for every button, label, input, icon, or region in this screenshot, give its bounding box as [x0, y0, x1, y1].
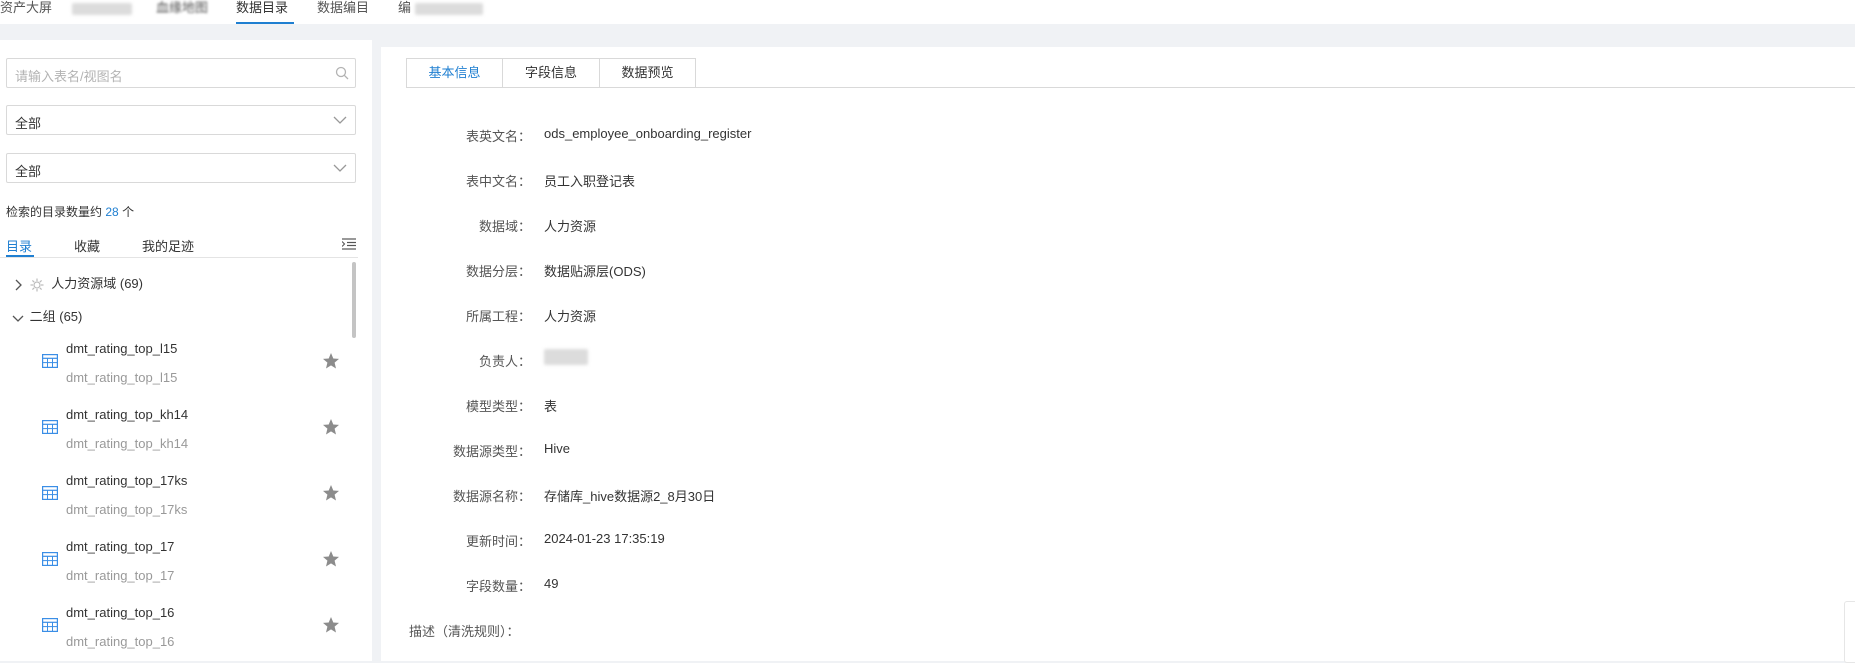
search-placeholder: 请输入表名/视图名: [15, 69, 123, 84]
tab-my-footprint[interactable]: 我的足迹: [142, 236, 194, 255]
field-value-owner: [544, 348, 588, 365]
field-label-domain: 数据域：: [478, 219, 531, 234]
nav-item-redacted[interactable]: [72, 0, 132, 24]
field-value-source-type: Hive: [544, 441, 571, 456]
domain-gear-icon: [30, 278, 44, 292]
tab-favorites[interactable]: 收藏: [74, 236, 100, 255]
field-label-source-type: 数据源类型：: [452, 444, 531, 459]
star-icon[interactable]: [322, 352, 340, 370]
row-title[interactable]: dmt_rating_top_l15: [66, 341, 177, 356]
field-value-updated-at: 2024-01-23 17:35:19: [544, 531, 665, 546]
field-label-updated-at: 更新时间：: [465, 534, 531, 549]
field-value-layer: 数据贴源层(ODS): [544, 264, 646, 279]
nav-item-data-cataloging[interactable]: 数据编目: [317, 0, 369, 24]
row-title[interactable]: dmt_rating_top_17: [66, 539, 174, 554]
tree-node-label: 二组 (65): [29, 309, 83, 324]
field-label-cn-name: 表中文名：: [465, 174, 531, 189]
tab-divider: [406, 87, 1855, 88]
field-label-en-name: 表英文名：: [465, 129, 531, 144]
redacted-text: [414, 2, 483, 15]
nav-item-asset-screen[interactable]: 资产大屏: [0, 0, 52, 24]
field-value-source-name: 存储库_hive数据源2_8月30日: [544, 489, 716, 504]
sidebar-scrollbar[interactable]: [352, 262, 356, 338]
field-value-field-count: 49: [544, 576, 559, 591]
tree-node-group-two[interactable]: 二组 (65): [12, 306, 82, 325]
search-input[interactable]: 请输入表名/视图名: [6, 58, 356, 88]
field-label-project: 所属工程：: [465, 309, 531, 324]
field-label-owner: 负责人：: [478, 354, 531, 369]
table-icon: [42, 354, 58, 368]
tab-active-indicator: [6, 255, 34, 257]
sidebar-tabs: 目录 收藏 我的足迹: [0, 232, 358, 258]
catalog-sidebar: 请输入表名/视图名 全部 全部 检索的目录数量约 28 个 目录 收藏 我的足迹: [0, 40, 372, 661]
star-icon[interactable]: [322, 550, 340, 568]
nav-item-data-catalog[interactable]: 数据目录: [236, 0, 288, 24]
field-label-field-count: 字段数量：: [465, 579, 531, 594]
field-value-project: 人力资源: [544, 309, 597, 324]
row-subtitle: dmt_rating_top_17ks: [66, 502, 188, 517]
row-subtitle: dmt_rating_top_l15: [66, 370, 178, 385]
field-label-model-type: 模型类型：: [465, 399, 531, 414]
nav-spacer: [0, 24, 1855, 40]
top-nav: 资产大屏 血缘地图 数据目录 数据编目 编: [0, 0, 1855, 24]
tree-node-hr-domain[interactable]: 人力资源域 (69): [12, 273, 143, 292]
nav-item-edit[interactable]: 编: [398, 0, 483, 24]
row-title[interactable]: dmt_rating_top_16: [66, 605, 174, 620]
tab-catalog[interactable]: 目录: [6, 236, 32, 255]
result-count-number: 28: [105, 205, 119, 219]
search-icon[interactable]: [335, 66, 349, 80]
chevron-down-icon: [333, 164, 347, 172]
field-label-layer: 数据分层：: [465, 264, 531, 279]
tab-data-preview[interactable]: 数据预览: [599, 58, 696, 88]
table-icon: [42, 486, 58, 500]
star-icon[interactable]: [322, 418, 340, 436]
table-icon: [42, 552, 58, 566]
tab-basic-info[interactable]: 基本信息: [406, 58, 503, 88]
star-icon[interactable]: [322, 616, 340, 634]
tab-field-info[interactable]: 字段信息: [502, 58, 600, 88]
select-value: 全部: [15, 116, 42, 131]
detail-panel: 基本信息 字段信息 数据预览 表英文名： ods_employee_onboar…: [381, 47, 1855, 663]
field-label-source-name: 数据源名称：: [452, 489, 531, 504]
outline-toggle-icon[interactable]: [342, 238, 356, 250]
layer-filter-select[interactable]: 全部: [6, 153, 356, 183]
table-icon: [42, 618, 58, 632]
row-subtitle: dmt_rating_top_kh14: [66, 436, 189, 451]
chevron-down-icon[interactable]: [12, 312, 24, 324]
row-subtitle: dmt_rating_top_16: [66, 634, 175, 649]
select-value: 全部: [15, 164, 42, 179]
field-value-en-name: ods_employee_onboarding_register: [544, 126, 752, 141]
chevron-down-icon: [333, 116, 347, 124]
nav-item-lineage-map[interactable]: 血缘地图: [156, 0, 208, 24]
field-value-model-type: 表: [544, 399, 558, 414]
chevron-right-icon[interactable]: [12, 279, 24, 291]
redacted-text: [72, 2, 132, 15]
table-icon: [42, 420, 58, 434]
side-drawer-handle[interactable]: [1844, 601, 1855, 663]
row-title[interactable]: dmt_rating_top_kh14: [66, 407, 188, 422]
tree-node-label: 人力资源域 (69): [51, 276, 143, 291]
redacted-owner: [544, 348, 588, 365]
row-title[interactable]: dmt_rating_top_17ks: [66, 473, 187, 488]
row-subtitle: dmt_rating_top_17: [66, 568, 175, 583]
domain-filter-select[interactable]: 全部: [6, 105, 356, 135]
field-label-description: 描述（清洗规则）：: [409, 624, 520, 639]
star-icon[interactable]: [322, 484, 340, 502]
result-count: 检索的目录数量约 28 个: [6, 205, 135, 219]
field-value-domain: 人力资源: [544, 219, 597, 234]
field-value-cn-name: 员工入职登记表: [544, 174, 636, 189]
